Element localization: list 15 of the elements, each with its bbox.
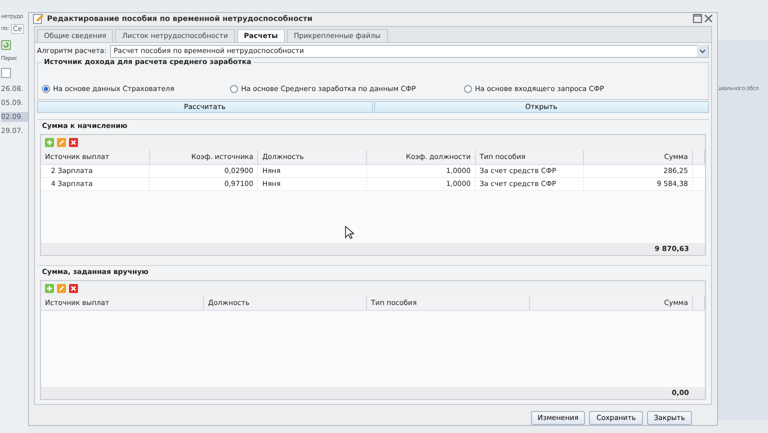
edit-document-icon [33, 13, 44, 24]
close-icon[interactable] [704, 14, 713, 23]
maximize-icon[interactable] [693, 14, 702, 23]
edit-icon[interactable] [57, 138, 66, 147]
add-icon[interactable] [45, 284, 54, 293]
radio-icon[interactable] [42, 85, 50, 93]
delete-icon[interactable] [69, 284, 78, 293]
delete-icon[interactable] [69, 138, 78, 147]
radio-icon[interactable] [230, 85, 238, 93]
edit-icon[interactable] [57, 284, 66, 293]
checkbox-icon[interactable] [1, 68, 11, 78]
add-icon[interactable] [45, 138, 54, 147]
refresh-icon[interactable] [1, 40, 11, 50]
mouse-pointer-icon [345, 226, 354, 239]
radio-icon[interactable] [464, 85, 472, 93]
